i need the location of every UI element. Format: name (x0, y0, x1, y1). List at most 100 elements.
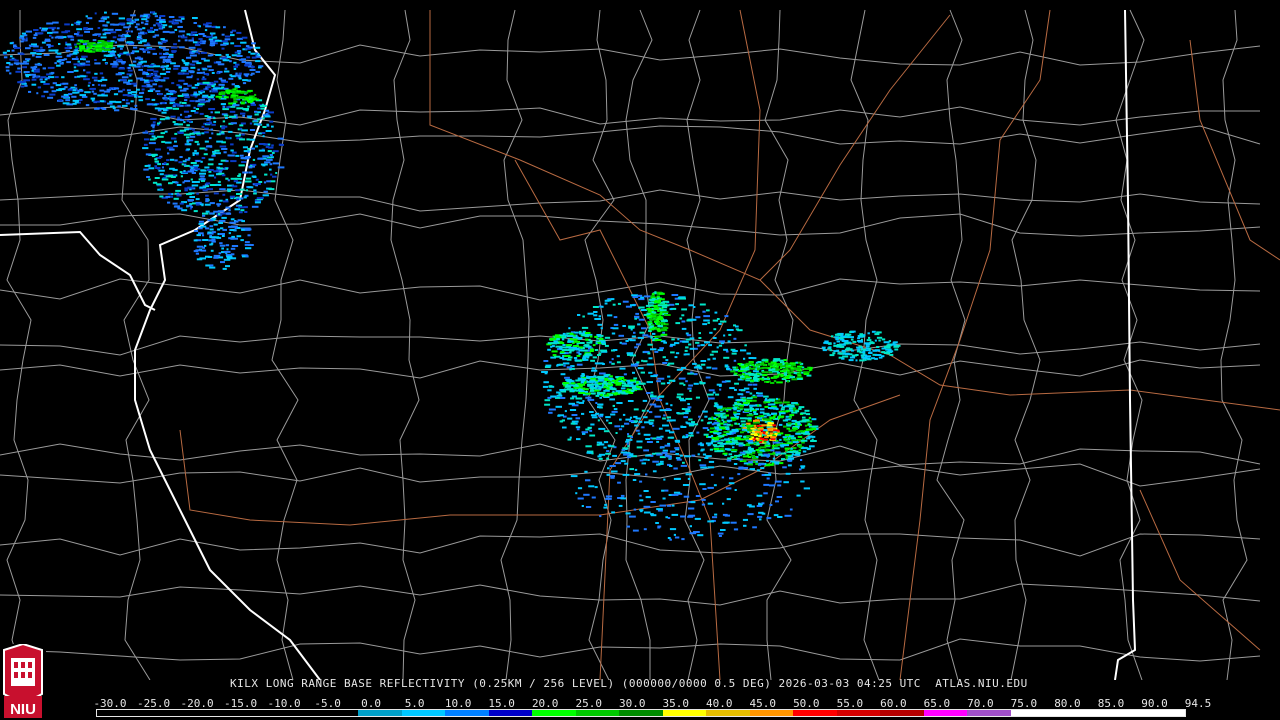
echo-pixel (217, 63, 225, 66)
echo-pixel (166, 106, 173, 109)
echo-pixel (15, 63, 19, 66)
echo-pixel (219, 219, 226, 222)
echo-pixel (236, 107, 244, 110)
echo-pixel (262, 126, 267, 128)
echo-pixel (148, 178, 151, 181)
echo-pixel (753, 413, 759, 415)
echo-pixel (724, 421, 727, 423)
echo-pixel (616, 402, 623, 404)
echo-pixel (693, 382, 699, 385)
echo-pixel (720, 439, 725, 442)
echo-pixel (160, 132, 166, 135)
echo-pixel (552, 354, 557, 357)
echo-pixel (201, 157, 206, 159)
echo-pixel (713, 445, 720, 448)
echo-pixel (629, 379, 636, 382)
echo-pixel (627, 400, 634, 402)
echo-pixel (785, 377, 791, 379)
echo-pixel (776, 432, 784, 435)
echo-pixel (226, 92, 230, 95)
echo-pixel (61, 76, 65, 79)
echo-pixel (894, 348, 899, 351)
echo-pixel (103, 28, 108, 31)
echo-pixel (181, 102, 187, 104)
echo-pixel (98, 20, 105, 23)
echo-pixel (80, 58, 84, 61)
echo-pixel (885, 348, 892, 351)
echo-pixel (68, 93, 73, 96)
echo-pixel (216, 133, 221, 136)
echo-pixel (725, 487, 732, 490)
echo-pixel (735, 325, 739, 328)
echo-pixel (734, 372, 738, 375)
echo-pixel (724, 448, 730, 451)
echo-pixel (769, 504, 773, 506)
echo-pixel (764, 444, 771, 447)
echo-pixel (720, 416, 727, 419)
echo-pixel (209, 225, 214, 228)
echo-pixel (247, 89, 253, 92)
echo-pixel (222, 267, 227, 270)
echo-pixel (221, 247, 224, 250)
echo-pixel (688, 423, 695, 426)
echo-pixel (612, 454, 617, 457)
echo-pixel (682, 340, 689, 343)
echo-pixel (267, 150, 272, 153)
echo-pixel (189, 100, 195, 102)
echo-pixel (199, 175, 205, 178)
echo-pixel (774, 480, 782, 483)
echo-pixel (115, 29, 122, 31)
echo-pixel (652, 452, 656, 455)
echo-pixel (20, 85, 25, 88)
echo-pixel (597, 406, 602, 409)
echo-pixel (231, 235, 235, 238)
echo-pixel (673, 477, 681, 480)
echo-pixel (657, 395, 664, 398)
echo-pixel (84, 91, 91, 94)
echo-pixel (168, 20, 175, 23)
echo-pixel (172, 105, 176, 108)
echo-pixel (630, 339, 636, 342)
echo-pixel (582, 315, 585, 318)
echo-pixel (202, 35, 207, 37)
echo-pixel (173, 65, 181, 68)
echo-pixel (708, 344, 712, 347)
echo-pixel (648, 301, 654, 304)
echo-pixel (682, 461, 685, 464)
echo-pixel (562, 382, 570, 384)
echo-pixel (215, 26, 221, 29)
colorbar-segment (184, 710, 228, 716)
echo-pixel (763, 440, 767, 443)
echo-pixel (152, 121, 156, 124)
echo-pixel (708, 460, 715, 463)
echo-pixel (191, 37, 194, 40)
echo-pixel (150, 117, 157, 120)
echo-pixel (608, 422, 613, 425)
echo-pixel (615, 432, 618, 434)
echo-pixel (573, 357, 578, 359)
echo-pixel (107, 102, 113, 105)
echo-pixel (771, 368, 776, 371)
echo-pixel (565, 344, 572, 347)
echo-pixel (707, 321, 710, 324)
echo-pixel (52, 21, 59, 24)
echo-pixel (154, 160, 159, 163)
echo-pixel (560, 373, 566, 376)
echo-pixel (757, 427, 764, 430)
echo-pixel (740, 389, 746, 392)
echo-pixel (150, 11, 155, 14)
county-line (0, 638, 1261, 662)
echo-pixel (40, 46, 43, 49)
echo-pixel (163, 77, 170, 80)
echo-pixel (198, 98, 205, 101)
echo-pixel (121, 76, 129, 79)
echo-pixel (734, 489, 737, 491)
echo-pixel (74, 43, 77, 46)
echo-pixel (183, 87, 189, 90)
echo-pixel (548, 385, 553, 388)
echo-pixel (600, 327, 603, 330)
echo-pixel (110, 23, 115, 26)
echo-pixel (187, 186, 194, 189)
echo-pixel (73, 66, 77, 69)
echo-pixel (146, 42, 150, 45)
